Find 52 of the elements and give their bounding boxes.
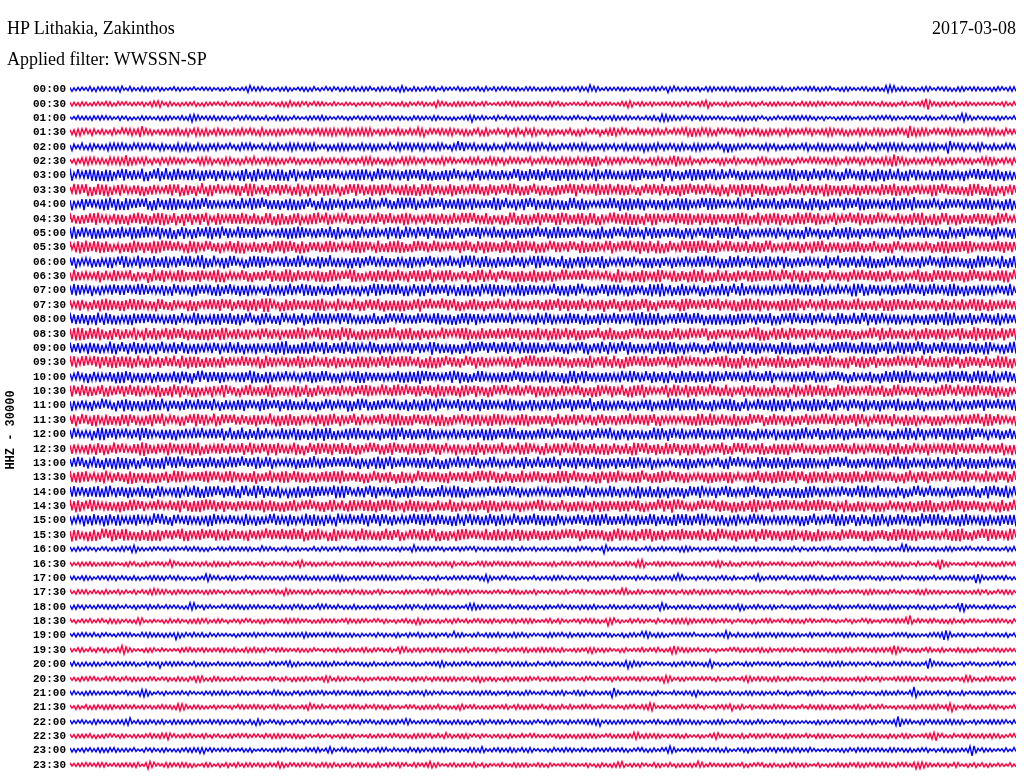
time-label: 00:30 — [32, 97, 67, 110]
time-label: 12:30 — [32, 442, 67, 455]
time-label: 18:00 — [32, 600, 67, 613]
time-label: 14:00 — [32, 485, 67, 498]
time-label: 22:30 — [32, 730, 67, 743]
time-label: 19:00 — [32, 629, 67, 642]
time-label: 11:30 — [32, 413, 67, 426]
time-label: 10:00 — [32, 370, 67, 383]
time-label: 10:30 — [32, 385, 67, 398]
time-label: 04:30 — [32, 212, 67, 225]
station-title: HP Lithakia, Zakinthos — [7, 18, 175, 39]
time-label: 00:00 — [32, 83, 67, 96]
time-label: 23:30 — [32, 758, 67, 771]
time-label: 18:30 — [32, 615, 67, 628]
time-label: 09:00 — [32, 341, 67, 354]
time-label: 21:00 — [32, 686, 67, 699]
time-label: 12:00 — [32, 428, 67, 441]
time-label: 04:00 — [32, 198, 67, 211]
time-label: 17:30 — [32, 586, 67, 599]
time-label: 08:30 — [32, 327, 67, 340]
time-label: 01:00 — [32, 111, 67, 124]
time-label: 20:00 — [32, 658, 67, 671]
time-label: 14:30 — [32, 500, 67, 513]
filter-label: Applied filter: WWSSN-SP — [7, 49, 207, 70]
date-label: 2017-03-08 — [932, 18, 1016, 39]
time-label: 16:30 — [32, 557, 67, 570]
time-label: 05:30 — [32, 241, 67, 254]
time-label: 15:30 — [32, 528, 67, 541]
time-label: 13:30 — [32, 471, 67, 484]
time-label: 11:00 — [32, 399, 67, 412]
axis-label: HHZ - 30000 — [4, 390, 18, 470]
time-label: 21:30 — [32, 701, 67, 714]
time-label: 01:30 — [32, 126, 67, 139]
time-label: 09:30 — [32, 356, 67, 369]
time-label: 02:30 — [32, 155, 67, 168]
time-label: 06:30 — [32, 270, 67, 283]
time-label: 03:30 — [32, 183, 67, 196]
time-label: 07:30 — [32, 298, 67, 311]
time-label: 16:00 — [32, 543, 67, 556]
time-label: 23:00 — [32, 744, 67, 757]
time-label: 20:30 — [32, 672, 67, 685]
time-label: 13:00 — [32, 456, 67, 469]
time-label: 19:30 — [32, 643, 67, 656]
time-label: 22:00 — [32, 715, 67, 728]
time-label: 05:00 — [32, 226, 67, 239]
time-label: 17:00 — [32, 571, 67, 584]
time-label: 07:00 — [32, 284, 67, 297]
time-label: 08:00 — [32, 313, 67, 326]
time-label: 06:00 — [32, 255, 67, 268]
time-label: 15:00 — [32, 514, 67, 527]
time-label: 02:00 — [32, 140, 67, 153]
time-label: 03:00 — [32, 169, 67, 182]
